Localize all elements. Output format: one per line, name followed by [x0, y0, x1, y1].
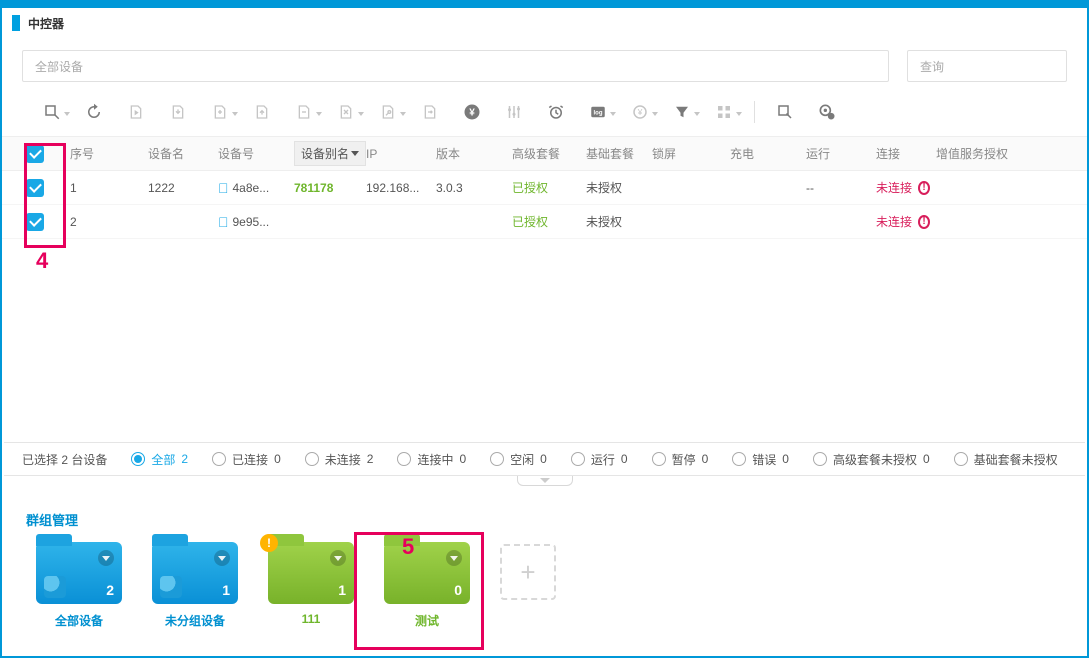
sliders-button[interactable]: [494, 98, 534, 126]
warning-icon: [918, 215, 930, 229]
query-input[interactable]: 查询: [907, 50, 1067, 82]
filter-running[interactable]: 运行0: [571, 451, 628, 468]
apple-icon: : [218, 180, 229, 196]
svg-text:¥: ¥: [637, 108, 643, 117]
group-all-devices[interactable]: 2 全部设备: [36, 542, 122, 629]
col-base[interactable]: 基础套餐: [586, 145, 652, 162]
add-group-button[interactable]: +: [500, 544, 556, 600]
group-ungrouped-devices[interactable]: 1 未分组设备: [152, 542, 238, 629]
doc-play-button[interactable]: [116, 98, 156, 126]
filter-all[interactable]: 全部2: [131, 451, 188, 468]
status-bar: 已选择 2 台设备 全部2 已连接0 未连接2 连接中0 空闲0 运行0 暂停0…: [4, 442, 1085, 476]
chevron-down-icon[interactable]: [214, 550, 230, 566]
col-num[interactable]: 设备号: [218, 145, 294, 162]
col-name[interactable]: 设备名: [148, 145, 218, 162]
row-checkbox[interactable]: [26, 213, 44, 231]
alarm-button[interactable]: [536, 98, 576, 126]
warning-icon: [918, 181, 930, 195]
gear-badge-button[interactable]: [807, 98, 847, 126]
table-row[interactable]: 1 1222 4a8e... 781178 192.168... 3.0.3 …: [2, 171, 1087, 205]
filter-connecting[interactable]: 连接中0: [397, 451, 466, 468]
refresh-button[interactable]: [74, 98, 114, 126]
group-111[interactable]: !1 111: [268, 542, 354, 626]
col-seq[interactable]: 序号: [70, 145, 148, 162]
select-all-checkbox[interactable]: [26, 145, 44, 163]
col-ip[interactable]: IP: [366, 147, 436, 161]
select-tool-button[interactable]: [32, 98, 72, 126]
col-svc[interactable]: 增值服务授权: [936, 145, 1046, 162]
grid-button[interactable]: [704, 98, 744, 126]
annotation-label-5: 5: [402, 534, 414, 560]
doc-arrow-button[interactable]: [410, 98, 450, 126]
currency-outline-button[interactable]: ¥: [620, 98, 660, 126]
title-flag-icon: [12, 15, 20, 31]
doc-wrench-button[interactable]: [368, 98, 408, 126]
annotation-box-5: [354, 532, 484, 650]
device-search-input[interactable]: 全部设备: [22, 50, 889, 82]
doc-cancel-button[interactable]: [326, 98, 366, 126]
col-run[interactable]: 运行: [806, 145, 876, 162]
title-bar: 中控器: [2, 8, 1087, 38]
collapse-handle[interactable]: [517, 476, 573, 486]
filter-paused[interactable]: 暂停0: [652, 451, 709, 468]
row-checkbox[interactable]: [26, 179, 44, 197]
chevron-down-icon[interactable]: [98, 550, 114, 566]
page-title: 中控器: [28, 15, 64, 32]
filter-unauth-premium[interactable]: 高级套餐未授权0: [813, 451, 930, 468]
filter-error[interactable]: 错误0: [732, 451, 789, 468]
filter-button[interactable]: [662, 98, 702, 126]
col-pkg[interactable]: 高级套餐: [512, 145, 586, 162]
col-alias[interactable]: 设备别名: [294, 141, 366, 166]
log-button[interactable]: log: [578, 98, 618, 126]
filter-disconnected[interactable]: 未连接2: [305, 451, 374, 468]
filter-connected[interactable]: 已连接0: [212, 451, 281, 468]
col-charge[interactable]: 充电: [730, 145, 806, 162]
svg-text:¥: ¥: [469, 107, 475, 118]
toolbar: ¥ log ¥: [2, 94, 1087, 136]
filter-unauth-basic[interactable]: 基础套餐未授权: [954, 451, 1058, 468]
doc-remove-button[interactable]: [284, 98, 324, 126]
col-lock[interactable]: 锁屏: [652, 145, 730, 162]
table-header-row: 序号 设备名 设备号 设备别名 IP 版本 高级套餐 基础套餐 锁屏 充电 运行…: [2, 137, 1087, 171]
warning-badge-icon: !: [260, 534, 278, 552]
filter-idle[interactable]: 空闲0: [490, 451, 547, 468]
col-ver[interactable]: 版本: [436, 145, 512, 162]
svg-text:log: log: [594, 110, 603, 116]
annotation-label-4: 4: [36, 248, 48, 274]
group-management-title: 群组管理: [26, 510, 78, 529]
export-button[interactable]: [765, 98, 805, 126]
apple-icon: : [218, 214, 229, 230]
doc-upload-button[interactable]: [242, 98, 282, 126]
puzzle-icon: [160, 576, 182, 598]
selected-count: 已选择 2 台设备: [22, 451, 107, 468]
doc-add-button[interactable]: [200, 98, 240, 126]
chevron-down-icon[interactable]: [330, 550, 346, 566]
doc-download-button[interactable]: [158, 98, 198, 126]
table-row[interactable]: 2 9e95... 已授权 未授权 未连接: [2, 205, 1087, 239]
puzzle-icon: [44, 576, 66, 598]
yen-button[interactable]: ¥: [452, 98, 492, 126]
col-conn[interactable]: 连接: [876, 145, 936, 162]
